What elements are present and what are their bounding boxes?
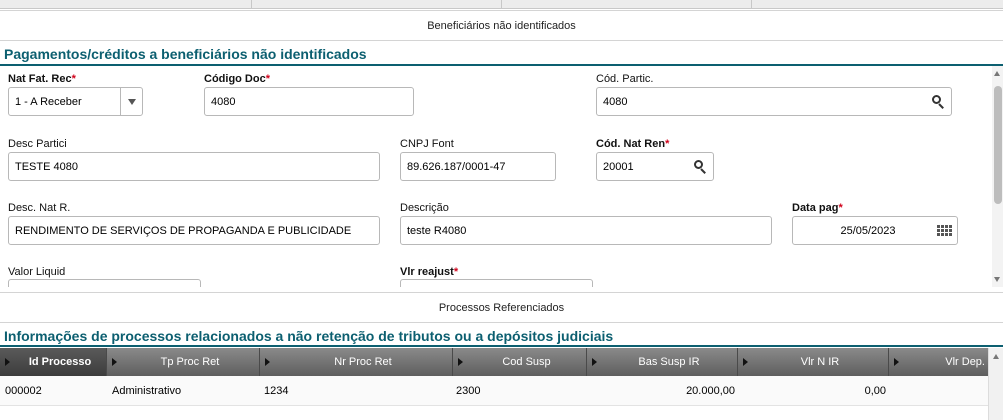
scroll-up-icon[interactable] <box>993 354 999 359</box>
column-arrow-icon <box>592 358 597 366</box>
tab-processos-referenciados[interactable]: Processos Referenciados <box>0 292 1003 323</box>
calendar-icon[interactable] <box>931 217 957 244</box>
scrollbar-thumb[interactable] <box>994 86 1002 204</box>
cell-id-processo: 000002 <box>5 385 42 397</box>
vlr-reajust-input[interactable] <box>400 279 593 287</box>
cell-tp-proc-ret: Administrativo <box>112 385 182 397</box>
column-arrow-icon <box>894 358 899 366</box>
tab-beneficiarios-nao-identificados[interactable]: Beneficiários não identificados <box>0 10 1003 41</box>
data-pag-input[interactable]: 25/05/2023 <box>792 216 958 245</box>
desc-partici-input[interactable]: TESTE 4080 <box>8 152 380 181</box>
cnpj-font-label: CNPJ Font <box>400 138 454 150</box>
column-header-cod-susp[interactable]: Cod Susp <box>453 348 587 376</box>
search-icon[interactable] <box>687 153 713 180</box>
valor-liquid-input[interactable] <box>8 279 201 287</box>
nat-fat-rec-select[interactable]: 1 - A Receber <box>8 87 143 116</box>
nat-fat-rec-label: Nat Fat. Rec* <box>8 73 76 85</box>
cell-cod-susp: 2300 <box>456 385 481 397</box>
section-title-pagamentos: Pagamentos/créditos a beneficiários não … <box>4 46 367 62</box>
cell-bas-susp-ir: 20.000,00 <box>686 385 735 397</box>
tab-label: Processos Referenciados <box>438 301 565 314</box>
top-toolbar-strip <box>0 0 1003 9</box>
cod-partic-label: Cód. Partic. <box>596 73 654 85</box>
codigo-doc-label: Código Doc* <box>204 73 270 85</box>
form-scrollbar[interactable] <box>992 66 1003 287</box>
cell-nr-proc-ret: 1234 <box>264 385 289 397</box>
toolbar-divider <box>251 0 252 9</box>
beneficiarios-form: Nat Fat. Rec* 1 - A Receber Código Doc* … <box>0 66 992 287</box>
column-arrow-icon <box>112 358 117 366</box>
codigo-doc-input[interactable]: 4080 <box>204 87 414 116</box>
column-arrow-icon <box>5 358 10 366</box>
column-arrow-icon <box>265 358 270 366</box>
cod-nat-ren-input[interactable]: 20001 <box>596 152 714 181</box>
grid-header: Id Processo Tp Proc Ret Nr Proc Ret Cod … <box>0 348 988 376</box>
column-header-vlr-dep[interactable]: Vlr Dep. <box>889 348 988 376</box>
toolbar-divider <box>751 0 752 9</box>
cnpj-font-input[interactable]: 89.626.187/0001-47 <box>400 152 556 181</box>
column-arrow-icon <box>743 358 748 366</box>
column-header-nr-proc-ret[interactable]: Nr Proc Ret <box>260 348 453 376</box>
section-divider <box>0 345 1003 347</box>
desc-nat-r-label: Desc. Nat R. <box>8 202 71 214</box>
vlr-reajust-label: Vlr reajust* <box>400 266 459 278</box>
tab-label: Beneficiários não identificados <box>427 19 576 32</box>
column-header-id-processo[interactable]: Id Processo <box>0 348 107 376</box>
chevron-down-icon[interactable] <box>120 88 142 115</box>
cell-vlr-dep <box>889 376 985 406</box>
column-header-bas-susp-ir[interactable]: Bas Susp IR <box>587 348 738 376</box>
valor-liquid-label: Valor Liquid <box>8 266 66 278</box>
desc-nat-r-input[interactable]: RENDIMENTO DE SERVIÇOS DE PROPAGANDA E P… <box>8 216 380 245</box>
section-title-processos: Informações de processos relacionados a … <box>4 328 614 344</box>
data-pag-label: Data pag* <box>792 202 843 214</box>
column-header-tp-proc-ret[interactable]: Tp Proc Ret <box>107 348 260 376</box>
descricao-input[interactable]: teste R4080 <box>400 216 772 245</box>
cod-nat-ren-label: Cód. Nat Ren* <box>596 138 670 150</box>
search-icon[interactable] <box>925 88 951 115</box>
descricao-label: Descrição <box>400 202 449 214</box>
grid-scrollbar[interactable] <box>988 348 1003 420</box>
column-header-vlr-n-ir[interactable]: Vlr N IR <box>738 348 889 376</box>
table-row[interactable]: 000002 Administrativo 1234 2300 20.000,0… <box>0 376 988 406</box>
toolbar-divider <box>501 0 502 9</box>
cod-partic-input[interactable]: 4080 <box>596 87 952 116</box>
column-arrow-icon <box>458 358 463 366</box>
desc-partici-label: Desc Partici <box>8 138 67 150</box>
cell-vlr-n-ir: 0,00 <box>864 385 886 397</box>
scroll-down-icon[interactable] <box>994 277 1000 282</box>
scroll-up-icon[interactable] <box>994 71 1000 76</box>
